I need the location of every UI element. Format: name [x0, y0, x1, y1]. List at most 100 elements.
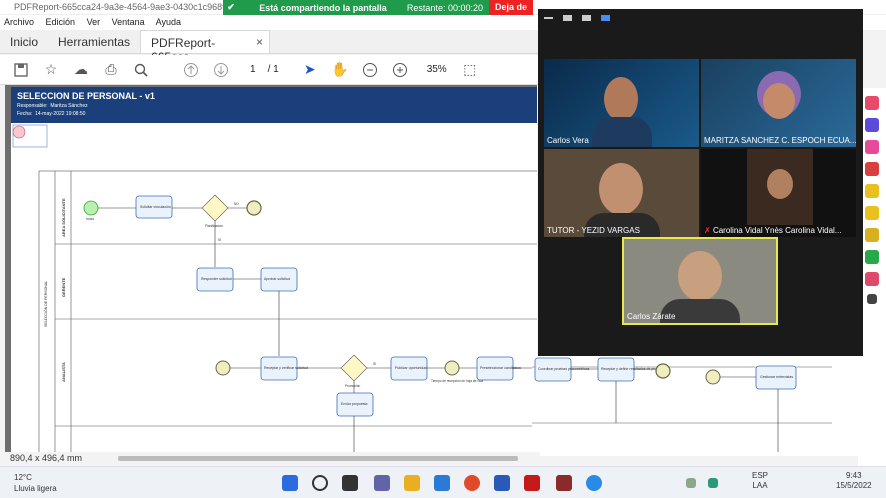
- window-title: PDFReport-665cca24-9a3e-4564-9ae3-0430c1…: [14, 2, 245, 12]
- tab-tools[interactable]: Herramientas: [48, 30, 140, 53]
- language-indicator[interactable]: ESP LAA: [752, 471, 768, 491]
- tab-document[interactable]: PDFReport-665cca... ×: [140, 30, 271, 64]
- muted-mic-icon: ✗: [704, 226, 711, 235]
- save-icon[interactable]: [6, 58, 36, 82]
- tool-fill-icon[interactable]: [865, 228, 879, 242]
- tool-more-icon[interactable]: [867, 294, 877, 304]
- participant-1-name: Carlos Vera: [547, 136, 589, 145]
- task-t5-label: Enviar propuesta: [341, 402, 368, 406]
- menu-ventana[interactable]: Ventana: [112, 17, 145, 27]
- pdf-page: SELECCION DE PERSONAL - v1 Responsable: …: [11, 87, 537, 452]
- page-current[interactable]: 1: [250, 64, 256, 75]
- end-event-1: [246, 200, 262, 216]
- store-icon[interactable]: [434, 475, 450, 491]
- timer-event: [444, 360, 460, 376]
- speaker-view-icon[interactable]: [563, 15, 572, 21]
- zoom-out-icon[interactable]: [355, 58, 385, 82]
- clock-date: 15/5/2022: [836, 481, 872, 490]
- winrar-icon[interactable]: [556, 475, 572, 491]
- weather-widget[interactable]: 12°C Lluvia ligera: [14, 472, 57, 494]
- task-view-icon[interactable]: [342, 475, 358, 491]
- acrobat-icon[interactable]: [524, 475, 540, 491]
- tool-organize-icon[interactable]: [865, 250, 879, 264]
- flow-label-si2: SI: [373, 362, 376, 366]
- participant-2-name: MARITZA SANCHEZ C. ESPOCH ECUA...: [704, 136, 856, 145]
- toolbar: ☆ ☁ ⎙ 1 / 1 ➤ ✋ 35% ⬚: [0, 55, 540, 85]
- participant-4-name: ✗ Carolina Vidal Ynès Carolina Vidal...: [704, 226, 842, 235]
- menu-archivo[interactable]: Archivo: [4, 17, 34, 27]
- tool-combine-icon[interactable]: [865, 118, 879, 132]
- fit-page-icon[interactable]: ⬚: [455, 58, 485, 82]
- cloud-upload-icon[interactable]: ☁: [66, 58, 96, 82]
- page-down-icon[interactable]: [206, 58, 236, 82]
- menu-edicion[interactable]: Edición: [46, 17, 76, 27]
- menu-ver[interactable]: Ver: [87, 17, 101, 27]
- share-message: Está compartiendo la pantalla: [259, 2, 387, 13]
- zoom-app-icon[interactable]: [586, 475, 602, 491]
- strip-view-icon[interactable]: [582, 15, 591, 21]
- stop-share-button[interactable]: Deja de: [488, 0, 533, 15]
- lane-label-analista: ANALISTA: [61, 362, 66, 382]
- end-event-2: [655, 363, 671, 379]
- hand-tool-icon[interactable]: ✋: [325, 58, 355, 82]
- word-icon[interactable]: [494, 475, 510, 491]
- bookmark-star-icon[interactable]: ☆: [36, 58, 66, 82]
- video-tile-5-active[interactable]: Carlos Zárate: [622, 237, 778, 325]
- start-event: [83, 200, 99, 216]
- tool-create-icon[interactable]: [865, 162, 879, 176]
- intermediate-event-1: [215, 360, 231, 376]
- video-tile-4[interactable]: ✗ Carolina Vidal Ynès Carolina Vidal...: [701, 149, 856, 237]
- task-t6-label: Publicar oportunidad: [395, 366, 427, 370]
- participant-2-face: [763, 83, 795, 119]
- task-t1-label: Solicitar vinculación: [140, 205, 171, 209]
- clock-time: 9:43: [846, 471, 862, 480]
- flow-label-si: SI: [218, 238, 221, 242]
- horizontal-scrollbar[interactable]: [118, 456, 518, 461]
- lane-label-area: AREA SOLICITANTE: [61, 198, 66, 237]
- taskbar: 12°C Lluvia ligera ESP LAA 9:43 15/5/2022: [0, 466, 886, 498]
- diagram-continuation: Coordinar pruebas psicométricas Receptar…: [532, 356, 862, 456]
- start-icon[interactable]: [282, 475, 298, 491]
- menu-ayuda[interactable]: Ayuda: [156, 17, 181, 27]
- video-tile-1[interactable]: Carlos Vera: [544, 59, 699, 147]
- tool-protect-icon[interactable]: [865, 272, 879, 286]
- close-tab-icon[interactable]: ×: [256, 35, 263, 49]
- minimize-icon[interactable]: [544, 17, 553, 19]
- participant-3-face: [599, 163, 643, 215]
- page-up-icon[interactable]: [176, 58, 206, 82]
- search-icon[interactable]: [126, 58, 156, 82]
- weather-desc: Lluvia ligera: [14, 484, 57, 493]
- teams-icon[interactable]: [374, 475, 390, 491]
- screen-share-bar: ✔ Está compartiendo la pantalla Restante…: [223, 0, 533, 15]
- video-view-controls: [538, 9, 863, 27]
- tool-sign-icon[interactable]: [865, 206, 879, 220]
- participant-5-face: [678, 251, 722, 301]
- tray-app-icon[interactable]: [686, 478, 696, 488]
- tool-export-icon[interactable]: [865, 96, 879, 110]
- start-label: Inicio: [86, 217, 94, 221]
- timer-label: Tiempo de recepción de hoja de vida: [431, 379, 483, 383]
- video-tile-2[interactable]: MARITZA SANCHEZ C. ESPOCH ECUA...: [701, 59, 856, 147]
- taskbar-search-icon[interactable]: [312, 475, 328, 491]
- participant-3-name: TUTOR - YEZID VARGAS: [547, 226, 640, 235]
- tab-bar: Inicio Herramientas PDFReport-665cca... …: [0, 30, 540, 64]
- tray-k-icon[interactable]: [708, 478, 718, 488]
- hidden-gap: [485, 177, 537, 241]
- zoom-in-icon[interactable]: [385, 58, 415, 82]
- participant-4-face: [767, 169, 793, 199]
- tool-comment-icon[interactable]: [865, 184, 879, 198]
- select-cursor-icon[interactable]: ➤: [295, 58, 325, 82]
- clock[interactable]: 9:43 15/5/2022: [836, 471, 872, 491]
- zoom-level[interactable]: 35%: [427, 64, 447, 75]
- tool-edit-icon[interactable]: [865, 140, 879, 154]
- gallery-view-icon[interactable]: [601, 15, 610, 21]
- print-icon[interactable]: ⎙: [96, 58, 126, 82]
- gateway-g2-label: Promoción: [345, 384, 360, 388]
- gateway-g1-label: Planificación: [205, 224, 223, 228]
- pool: [38, 170, 537, 452]
- file-explorer-icon[interactable]: [404, 475, 420, 491]
- chrome-icon[interactable]: [464, 475, 480, 491]
- tab-home[interactable]: Inicio: [0, 30, 48, 53]
- pdf-canvas[interactable]: SELECCION DE PERSONAL - v1 Responsable: …: [5, 85, 537, 452]
- video-tile-3[interactable]: TUTOR - YEZID VARGAS: [544, 149, 699, 237]
